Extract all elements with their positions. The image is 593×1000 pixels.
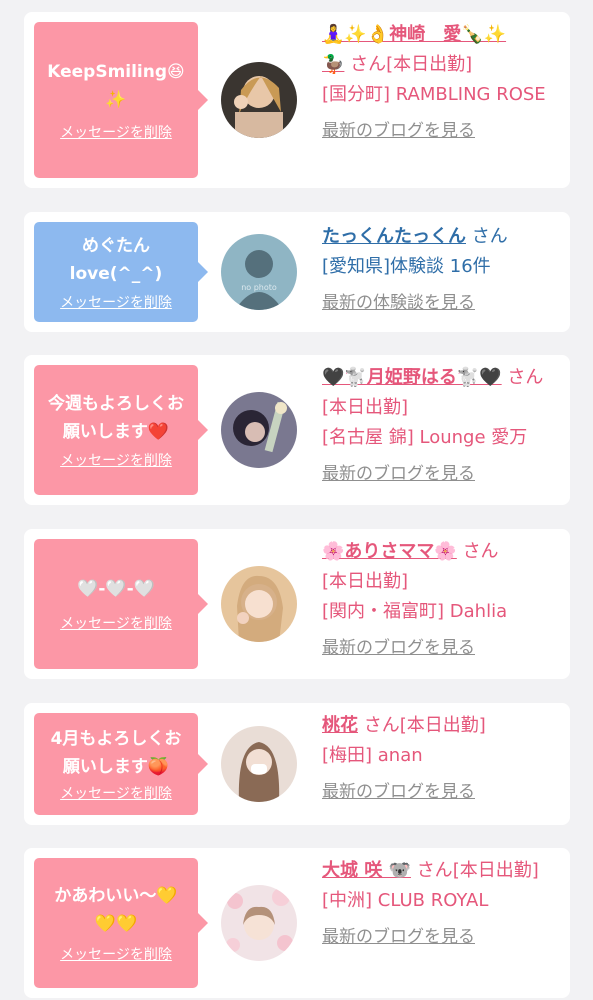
latest-review-link[interactable]: 最新の体験談を見る — [322, 288, 558, 318]
profile-name-link[interactable]: 🌸ありさママ🌸 — [322, 541, 457, 562]
message-bubble: 🤍-🤍-🤍 メッセージを削除 — [34, 539, 208, 669]
status-text: [本日出勤] — [399, 715, 486, 736]
profile-name-link[interactable]: たっくんたっくん — [322, 226, 466, 247]
honorific: さん — [350, 54, 387, 75]
message-text: KeepSmiling😆 ✨ — [47, 62, 185, 110]
profile-name-link[interactable]: 大城 咲 🐨 — [322, 860, 411, 881]
honorific: さん — [462, 541, 499, 562]
latest-blog-link[interactable]: 最新のブログを見る — [322, 459, 558, 489]
message-card: 4月もよろしくお 願いします🍑 メッセージを削除 桃花 さん[本日出勤] [梅田… — [24, 703, 570, 825]
message-bubble: かあわいい〜💛 💛💛 メッセージを削除 — [34, 858, 208, 988]
message-card: めぐたん love(^_^) メッセージを削除 no photo たっくんたっく… — [24, 212, 570, 332]
status-text: [本日出勤] — [452, 860, 539, 881]
profile-info: 桃花 さん[本日出勤] [梅田] anan 最新のブログを見る — [322, 711, 558, 807]
avatar[interactable]: no photo — [221, 234, 297, 310]
shop-text: [中洲] CLUB ROYAL — [322, 890, 489, 911]
honorific: さん — [471, 226, 508, 247]
message-text: かあわいい〜💛 💛💛 — [54, 886, 178, 934]
message-card: かあわいい〜💛 💛💛 メッセージを削除 大城 咲 🐨 さん[本日出勤] [中洲]… — [24, 848, 570, 998]
message-card: 今週もよろしくお 願いします❤️ メッセージを削除 🖤🐩月姫野はる🐩🖤 さん [本… — [24, 355, 570, 505]
status-text: [本日出勤] — [322, 571, 409, 592]
honorific: さん — [416, 860, 453, 881]
profile-info: 🌸ありさママ🌸 さん [本日出勤] [関内・福富町] Dahlia 最新のブログ… — [322, 537, 558, 663]
message-text: めぐたん love(^_^) — [69, 236, 163, 284]
profile-info: 🖤🐩月姫野はる🐩🖤 さん [本日出勤] [名古屋 錦] Lounge 愛万 最新の… — [322, 363, 558, 489]
status-text: [本日出勤] — [386, 54, 473, 75]
message-text: 🤍-🤍-🤍 — [77, 579, 155, 599]
delete-message-link[interactable]: メッセージを削除 — [60, 122, 172, 142]
message-bubble: めぐたん love(^_^) メッセージを削除 — [34, 222, 208, 322]
profile-info: 大城 咲 🐨 さん[本日出勤] [中洲] CLUB ROYAL 最新のブログを見… — [322, 856, 558, 952]
message-list: KeepSmiling😆 ✨ メッセージを削除 🧘‍♀️✨👌神崎 愛🍾✨ 🦆 さ… — [0, 0, 593, 1000]
shop-text: [国分町] RAMBLING ROSE — [322, 84, 546, 105]
delete-message-link[interactable]: メッセージを削除 — [60, 292, 172, 312]
profile-name-link[interactable]: 🖤🐩月姫野はる🐩🖤 — [322, 367, 502, 388]
no-photo-label: no photo — [241, 283, 277, 292]
latest-blog-link[interactable]: 最新のブログを見る — [322, 777, 558, 807]
honorific: さん — [507, 367, 544, 388]
message-bubble: KeepSmiling😆 ✨ メッセージを削除 — [34, 22, 208, 178]
shop-text: [梅田] anan — [322, 745, 423, 766]
message-bubble: 今週もよろしくお 願いします❤️ メッセージを削除 — [34, 365, 208, 495]
delete-message-link[interactable]: メッセージを削除 — [60, 613, 172, 633]
avatar[interactable] — [221, 726, 297, 802]
delete-message-link[interactable]: メッセージを削除 — [60, 450, 172, 470]
review-count-text: [愛知県]体験談 16件 — [322, 256, 491, 277]
shop-text: [関内・福富町] Dahlia — [322, 601, 508, 622]
latest-blog-link[interactable]: 最新のブログを見る — [322, 116, 558, 146]
status-text: [本日出勤] — [322, 397, 409, 418]
delete-message-link[interactable]: メッセージを削除 — [60, 944, 172, 964]
profile-info: たっくんたっくん さん [愛知県]体験談 16件 最新の体験談を見る — [322, 222, 558, 318]
honorific: さん — [363, 715, 400, 736]
message-card: KeepSmiling😆 ✨ メッセージを削除 🧘‍♀️✨👌神崎 愛🍾✨ 🦆 さ… — [24, 12, 570, 188]
shop-text: [名古屋 錦] Lounge 愛万 — [322, 427, 528, 448]
message-card: 🤍-🤍-🤍 メッセージを削除 🌸ありさママ🌸 さん [本日出勤] [関内・福富町… — [24, 529, 570, 679]
message-text: 今週もよろしくお 願いします❤️ — [48, 394, 184, 442]
avatar[interactable] — [221, 885, 297, 961]
avatar[interactable] — [221, 62, 297, 138]
avatar[interactable] — [221, 566, 297, 642]
latest-blog-link[interactable]: 最新のブログを見る — [322, 922, 558, 952]
latest-blog-link[interactable]: 最新のブログを見る — [322, 633, 558, 663]
message-bubble: 4月もよろしくお 願いします🍑 メッセージを削除 — [34, 713, 208, 815]
message-text: 4月もよろしくお 願いします🍑 — [50, 729, 182, 777]
profile-name-link[interactable]: 桃花 — [322, 715, 358, 736]
delete-message-link[interactable]: メッセージを削除 — [60, 783, 172, 803]
profile-info: 🧘‍♀️✨👌神崎 愛🍾✨ 🦆 さん[本日出勤] [国分町] RAMBLING R… — [322, 20, 558, 146]
avatar[interactable] — [221, 392, 297, 468]
